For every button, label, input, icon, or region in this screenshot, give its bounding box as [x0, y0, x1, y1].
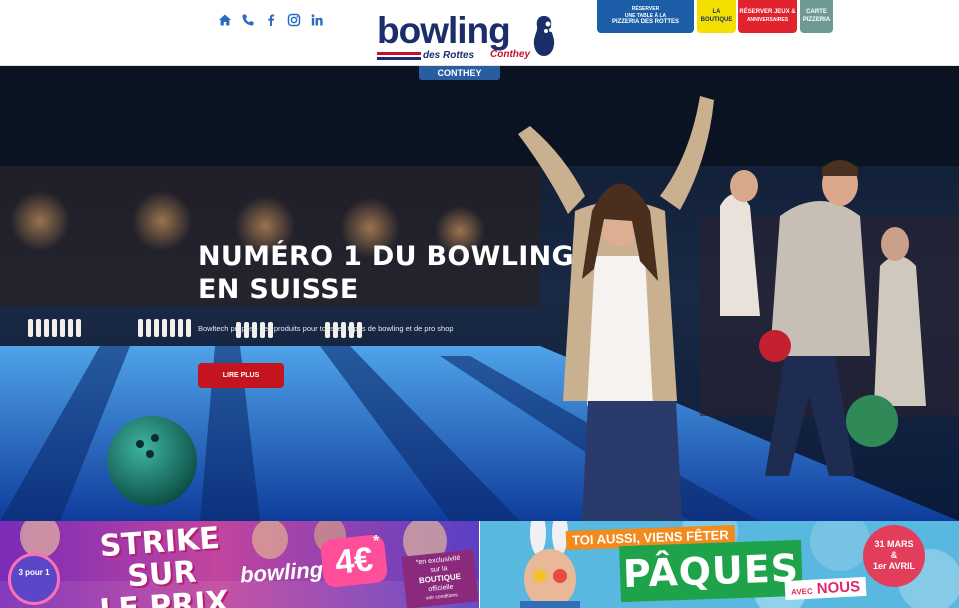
pizzeria-menu-line2: PIZZERIA — [802, 16, 831, 23]
phone-icon[interactable] — [241, 13, 255, 27]
hero-banner: NUMÉRO 1 DU BOWLING EN SUISSE Bowltech p… — [0, 66, 959, 521]
site-logo[interactable]: bowling des Rottes Conthey — [375, 8, 565, 61]
promo-banner-strike[interactable]: 3 pour 1 STRIKE SUR LE PRIX bowling à 4€… — [0, 521, 479, 608]
promo-banner-easter[interactable]: TOI AUSSI, VIENS FÊTER PÂQUES AVEC NOUS … — [480, 521, 959, 608]
social-links — [218, 13, 324, 27]
logo-stripe-navy — [377, 57, 421, 60]
easter-date-line2: & — [890, 550, 898, 560]
easter-date-line3: 1er AVRIL — [872, 561, 915, 571]
easter-date-line1: 31 MARS — [874, 539, 914, 549]
boutique-button[interactable]: LA BOUTIQUE — [697, 0, 736, 33]
logo-subtitle-left: des Rottes — [423, 50, 475, 61]
reserve-pizzeria-line3: PIZZERIA DES ROTTES — [611, 19, 680, 26]
pizzeria-menu-line1: CARTE — [806, 8, 827, 15]
instagram-icon[interactable] — [287, 13, 301, 27]
reserve-games-line2: ANNIVERSAIRES — [746, 17, 789, 24]
promo-badge: 3 pour 1 — [8, 553, 60, 605]
easter-nous: NOUS — [816, 578, 861, 598]
reserve-games-button[interactable]: RÉSERVER JEUX & ANNIVERSAIRES — [738, 0, 797, 33]
promo-price-star: * — [373, 533, 380, 550]
hero-title-line2: EN SUISSE — [198, 274, 359, 305]
bowling-pin-logo-icon — [533, 16, 555, 56]
page: bowling des Rottes Conthey RÉSERVER UNE … — [0, 0, 959, 608]
reserve-pizzeria-button[interactable]: RÉSERVER UNE TABLE À LA PIZZERIA DES ROT… — [597, 0, 694, 33]
pizzeria-menu-button[interactable]: CARTE PIZZERIA — [800, 0, 833, 33]
hero-description: Bowltech propose des produits pour tous … — [198, 324, 454, 333]
boutique-line2: BOUTIQUE — [700, 16, 733, 23]
facebook-icon[interactable] — [264, 13, 278, 27]
hero-title-line1: NUMÉRO 1 DU BOWLING — [198, 241, 574, 272]
read-more-button[interactable]: LIRE PLUS — [198, 363, 284, 388]
boutique-line1: LA — [712, 8, 721, 15]
logo-wordmark: bowling — [377, 10, 511, 51]
reserve-games-line1: RÉSERVER JEUX & — [739, 9, 796, 16]
easter-title: PÂQUES — [619, 539, 803, 603]
logo-stripe-red — [377, 52, 421, 55]
easter-avec: AVEC — [790, 586, 813, 597]
easter-dates: 31 MARS & 1er AVRIL — [863, 525, 925, 587]
site-header: bowling des Rottes Conthey RÉSERVER UNE … — [0, 0, 959, 66]
promo-exclusive-note: *en exclusivité sur la BOUTIQUE officiel… — [401, 549, 479, 608]
home-icon[interactable] — [218, 13, 232, 27]
location-tab[interactable]: CONTHEY — [419, 66, 500, 80]
hero-title: NUMÉRO 1 DU BOWLING EN SUISSE — [198, 240, 578, 306]
promo-strike-title: STRIKE SUR LE PRIX — [89, 521, 235, 608]
linkedin-icon[interactable] — [310, 13, 324, 27]
logo-subtitle-right: Conthey — [490, 49, 530, 60]
